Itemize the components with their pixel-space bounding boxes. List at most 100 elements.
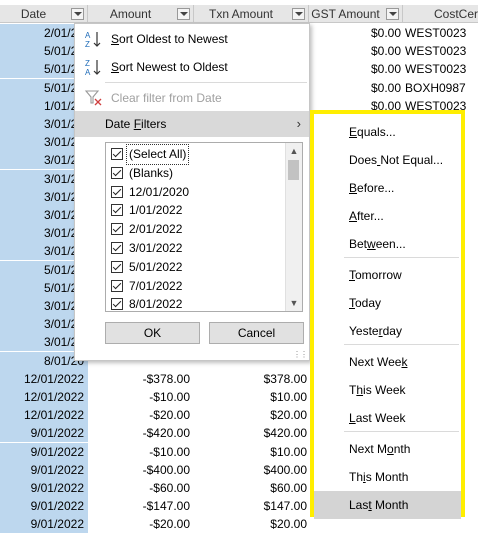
date-filter-tomorrow[interactable]: Tomorrow — [314, 261, 461, 289]
txn-amount-cell[interactable]: $60.00 — [194, 479, 309, 497]
date-filter-today[interactable]: Today — [314, 289, 461, 317]
amount-cell[interactable]: -$20.00 — [88, 406, 194, 424]
checklist-item[interactable]: 2/01/2022 — [109, 220, 284, 239]
date-filter-next-month[interactable]: Next Month — [314, 435, 461, 463]
gst-amount-cell[interactable]: $0.00 — [309, 60, 403, 78]
date-filter-before[interactable]: Before... — [314, 174, 461, 202]
amount-cell[interactable]: -$147.00 — [88, 497, 194, 515]
date-cell[interactable]: 9/01/2022 — [0, 515, 88, 533]
txn-amount-cell[interactable]: $420.00 — [194, 424, 309, 442]
checklist-item[interactable]: 8/01/2022 — [109, 295, 284, 311]
checkbox[interactable] — [111, 260, 123, 273]
chevron-right-icon: › — [296, 116, 301, 131]
value-checklist[interactable]: (Select All) (Blanks) 12/01/2020 1/01/2022 2… — [105, 142, 303, 312]
checkbox[interactable] — [111, 298, 123, 311]
amount-cell[interactable]: -$378.00 — [88, 370, 194, 388]
ok-button[interactable]: OK — [105, 322, 200, 344]
txn-amount-cell[interactable]: $378.00 — [194, 370, 309, 388]
filter-dropdown-icon[interactable] — [292, 8, 305, 20]
date-filter-this-month[interactable]: This Month — [314, 463, 461, 491]
column-header-amount[interactable]: Amount — [88, 5, 194, 23]
date-filter-next-week[interactable]: Next Week — [314, 348, 461, 376]
txn-amount-cell[interactable]: $400.00 — [194, 461, 309, 479]
submenu-item-label: Last Week — [349, 411, 406, 425]
gst-amount-cell[interactable]: $0.00 — [309, 79, 403, 97]
checklist-item-label: 5/01/2022 — [129, 259, 183, 274]
checklist-item[interactable]: (Blanks) — [109, 164, 284, 183]
date-filter-this-week[interactable]: This Week — [314, 376, 461, 404]
gst-amount-cell[interactable]: $0.00 — [309, 42, 403, 60]
date-cell[interactable]: 9/01/2022 — [0, 497, 88, 516]
scroll-up-icon[interactable]: ▲ — [286, 143, 302, 159]
checklist-scrollbar[interactable]: ▲ ▼ — [285, 143, 302, 311]
scroll-thumb[interactable] — [288, 160, 299, 180]
cancel-button[interactable]: Cancel — [209, 322, 304, 344]
resize-grip-icon[interactable]: ⋮⋮ — [293, 350, 308, 359]
txn-amount-cell[interactable]: $10.00 — [194, 388, 309, 406]
checklist-item-label: 1/01/2022 — [129, 203, 183, 218]
gst-amount-cell[interactable]: $0.00 — [309, 24, 403, 42]
checklist-item[interactable]: 12/01/2020 — [109, 183, 284, 202]
checklist-item-label: 2/01/2022 — [129, 222, 183, 237]
costcentre-cell[interactable]: WEST0023 — [405, 24, 478, 42]
txn-amount-cell[interactable]: $20.00 — [194, 406, 309, 424]
date-cell[interactable]: 12/01/2022 — [0, 369, 88, 388]
amount-cell[interactable]: -$60.00 — [88, 479, 194, 497]
date-cell[interactable]: 9/01/2022 — [0, 424, 88, 443]
checkbox[interactable] — [111, 223, 123, 236]
date-cell[interactable]: 12/01/2022 — [0, 388, 88, 406]
column-header-costcentre[interactable]: CostCer — [403, 5, 478, 23]
checklist-item[interactable]: (Select All) — [109, 144, 284, 165]
amount-cell[interactable]: -$400.00 — [88, 461, 194, 479]
amount-cell[interactable]: -$20.00 — [88, 515, 194, 533]
costcentre-cell[interactable]: WEST0023 — [405, 42, 478, 60]
column-header-label: Amount — [109, 7, 152, 21]
svg-text:Z: Z — [85, 59, 90, 68]
checklist-item[interactable]: 7/01/2022 — [109, 277, 284, 296]
column-header-label: CostCer — [433, 7, 478, 21]
date-filter-between[interactable]: Between... — [314, 230, 461, 258]
date-cell[interactable]: 12/01/2022 — [0, 406, 88, 425]
checkbox[interactable] — [111, 242, 123, 254]
amount-cell[interactable]: -$10.00 — [88, 443, 194, 461]
date-cell[interactable]: 9/01/2022 — [0, 479, 88, 497]
amount-cell[interactable]: -$420.00 — [88, 424, 194, 442]
column-header-gst-amount[interactable]: GST Amount — [309, 5, 403, 23]
date-filters-menu-item[interactable]: Date Filters › — [75, 111, 309, 137]
txn-amount-cell[interactable]: $147.00 — [194, 497, 309, 515]
checkbox[interactable] — [111, 185, 123, 198]
sort-oldest-to-newest[interactable]: A Z Sort Oldest to Newest — [75, 26, 309, 52]
date-filter-last-month[interactable]: Last Month — [314, 491, 461, 519]
checklist-item[interactable]: 5/01/2022 — [109, 258, 284, 277]
date-filter-after[interactable]: After... — [314, 202, 461, 230]
menu-item-label: Sort Oldest to Newest — [111, 32, 228, 46]
date-cell[interactable]: 9/01/2022 — [0, 442, 88, 461]
costcentre-cell[interactable]: BOXH0987 — [405, 79, 478, 97]
checkbox[interactable] — [111, 166, 123, 179]
date-filter-does-not-equal[interactable]: Does Not Equal... — [314, 146, 461, 174]
filter-dropdown-icon[interactable] — [177, 8, 190, 20]
txn-amount-cell[interactable]: $20.00 — [194, 515, 309, 533]
checklist-item[interactable]: 3/01/2022 — [109, 239, 284, 258]
clear-filter-from-date[interactable]: Clear filter from Date — [75, 85, 309, 111]
menu-item-label: Date Filters — [105, 117, 167, 131]
date-filter-last-week[interactable]: Last Week — [314, 404, 461, 432]
sort-newest-to-oldest[interactable]: Z A Sort Newest to Oldest — [75, 54, 309, 80]
checkbox[interactable] — [111, 204, 123, 217]
scroll-down-icon[interactable]: ▼ — [286, 295, 302, 311]
filter-dropdown-icon[interactable] — [386, 8, 399, 20]
date-filter-equals[interactable]: Equals... — [314, 118, 461, 146]
column-header-date[interactable]: Date — [0, 5, 88, 23]
checkbox[interactable] — [111, 279, 123, 292]
menu-item-label: Sort Newest to Oldest — [111, 60, 228, 74]
checkbox[interactable] — [111, 148, 123, 160]
filter-dropdown-icon[interactable] — [71, 8, 84, 20]
checklist-item[interactable]: 1/01/2022 — [109, 201, 284, 220]
column-header-txn-amount[interactable]: Txn Amount — [194, 5, 309, 23]
amount-cell[interactable]: -$10.00 — [88, 388, 194, 406]
costcentre-cell[interactable]: WEST0023 — [405, 60, 478, 78]
txn-amount-cell[interactable]: $10.00 — [194, 443, 309, 461]
date-cell[interactable]: 9/01/2022 — [0, 460, 88, 479]
submenu-item-label: After... — [349, 209, 384, 223]
date-filter-yesterday[interactable]: Yesterday — [314, 317, 461, 345]
